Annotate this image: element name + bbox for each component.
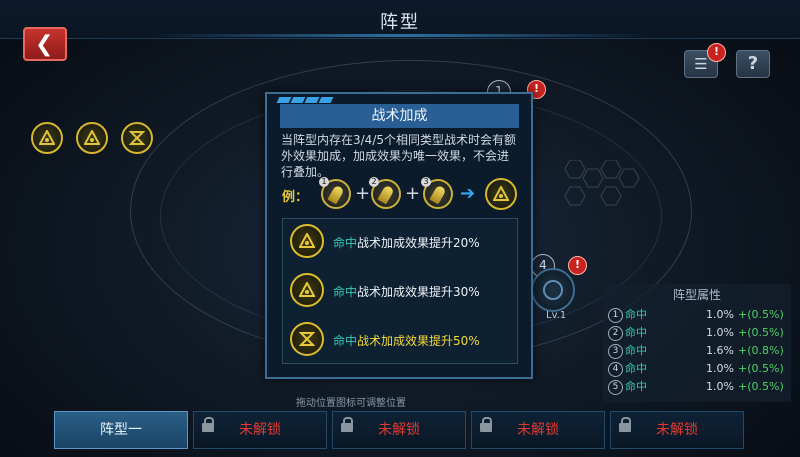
hourglass-tactic-icon <box>129 131 145 145</box>
tab-label: 未解锁 <box>239 422 281 438</box>
row-number: 4 <box>608 362 623 377</box>
attribute-row: 2 命中 1.0% +(0.5%) <box>608 324 788 342</box>
tab-formation-2[interactable]: 未解锁 <box>193 411 327 449</box>
bonus-desc: 战术加成效果提升20% <box>357 236 480 250</box>
tab-label: 阵型一 <box>100 422 142 438</box>
top-bar-glow <box>150 34 650 37</box>
attribute-label: 命中 <box>625 308 647 321</box>
attribute-row: 3 命中 1.6% +(0.8%) <box>608 342 788 360</box>
modal-title: 战术加成 <box>280 104 519 128</box>
plus-icon: + <box>405 183 421 204</box>
tab-label: 未解锁 <box>517 422 559 438</box>
attribute-row: 4 命中 1.0% +(0.5%) <box>608 360 788 378</box>
row-number: 2 <box>608 326 623 341</box>
hourglass-tactic-icon <box>290 322 324 356</box>
crosshair-icon <box>543 280 563 300</box>
list-icon: ☰ <box>694 55 708 73</box>
example-number-3: 3 <box>421 177 431 187</box>
bonus-attr: 命中 <box>333 334 358 348</box>
hex-grid-decoration <box>564 160 640 206</box>
example-label: 例： <box>282 190 309 205</box>
triangle-tactic-icon <box>84 130 100 145</box>
attribute-label: 命中 <box>625 380 647 393</box>
attribute-value: 1.0% <box>706 380 734 393</box>
attribute-row: 1 命中 1.0% +(0.5%) <box>608 306 788 324</box>
tactic-badge-2[interactable] <box>76 122 108 154</box>
help-button[interactable]: ? <box>736 50 770 78</box>
attribute-value: 1.0% <box>706 362 734 375</box>
row-number: 1 <box>608 308 623 323</box>
list-alert-badge: ! <box>707 43 726 62</box>
example-number-1: 1 <box>319 177 329 187</box>
arrow-right-icon: ➔ <box>460 183 476 204</box>
bonus-row-5: 命中战术加成效果提升50% <box>283 320 517 360</box>
lock-icon <box>202 417 214 432</box>
modal-description: 当阵型内存在3/4/5个相同类型战术时会有额外效果加成，加成效果为唯一效果，不会… <box>281 133 516 179</box>
formation-slot-4[interactable] <box>531 268 575 312</box>
attribute-gain: +(0.5%) <box>738 326 784 339</box>
tab-formation-5[interactable]: 未解锁 <box>610 411 744 449</box>
bonus-row-4: 命中战术加成效果提升30% <box>283 271 517 311</box>
bonus-attr: 命中 <box>333 236 358 250</box>
bonus-attr: 命中 <box>333 285 358 299</box>
modal-tab-decoration <box>276 88 334 103</box>
bonus-desc: 战术加成效果提升50% <box>357 334 480 348</box>
lock-icon <box>341 417 353 432</box>
lock-icon <box>480 417 492 432</box>
lock-icon <box>619 417 631 432</box>
example-number-2: 2 <box>369 177 379 187</box>
attribute-gain: +(0.5%) <box>738 380 784 393</box>
drag-hint: 拖动位置图标可调整位置 <box>296 398 406 409</box>
attributes-title: 阵型属性 <box>672 288 721 302</box>
slot-level-label: Lv.1 <box>546 310 567 321</box>
triangle-tactic-icon <box>290 224 324 258</box>
attribute-value: 1.6% <box>706 344 734 357</box>
attribute-gain: +(0.8%) <box>738 344 784 357</box>
triangle-tactic-icon <box>39 130 55 145</box>
tactic-badge-3[interactable] <box>121 122 153 154</box>
attribute-label: 命中 <box>625 362 647 375</box>
tab-formation-3[interactable]: 未解锁 <box>332 411 466 449</box>
slot-4-alert: ! <box>568 256 587 275</box>
attribute-gain: +(0.5%) <box>738 362 784 375</box>
help-icon: ? <box>747 53 759 74</box>
row-number: 5 <box>608 380 623 395</box>
attribute-label: 命中 <box>625 344 647 357</box>
bonus-desc: 战术加成效果提升30% <box>357 285 480 299</box>
tactic-badge-1[interactable] <box>31 122 63 154</box>
attribute-value: 1.0% <box>706 308 734 321</box>
page-title: 阵型 <box>380 12 420 33</box>
bonus-row-3: 命中战术加成效果提升20% <box>283 222 517 262</box>
attribute-row: 5 命中 1.0% +(0.5%) <box>608 378 788 396</box>
tab-label: 未解锁 <box>378 422 420 438</box>
attribute-value: 1.0% <box>706 326 734 339</box>
tab-formation-4[interactable]: 未解锁 <box>471 411 605 449</box>
back-arrow-icon: ❮ <box>35 32 54 57</box>
attribute-gain: +(0.5%) <box>738 308 784 321</box>
row-number: 3 <box>608 344 623 359</box>
plus-icon: + <box>355 183 371 204</box>
attribute-label: 命中 <box>625 326 647 339</box>
triangle-tactic-icon <box>290 273 324 307</box>
triangle-tactic-result-icon <box>485 178 517 210</box>
tab-label: 未解锁 <box>656 422 698 438</box>
tab-formation-1[interactable]: 阵型一 <box>54 411 188 449</box>
back-button[interactable]: ❮ <box>23 27 67 61</box>
